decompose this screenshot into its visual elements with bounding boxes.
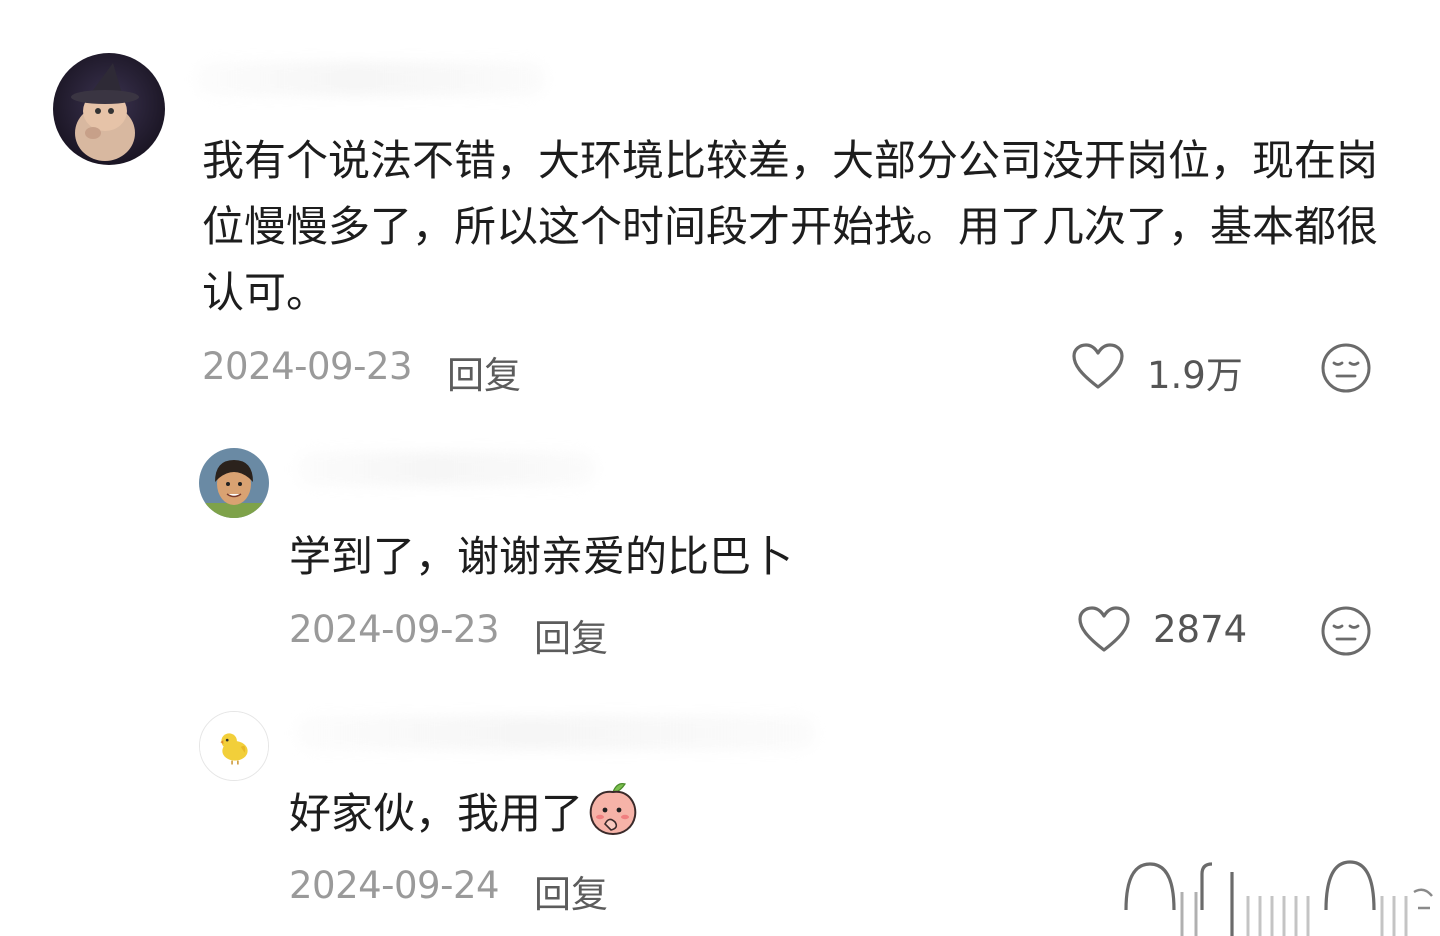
avatar[interactable] xyxy=(53,53,165,165)
comment-date: 2024-09-23 xyxy=(289,608,500,651)
username-blurred[interactable] xyxy=(296,716,816,750)
comment-date: 2024-09-24 xyxy=(289,864,500,907)
comment-text: 我有个说法不错，大环境比较差，大部分公司没开岗位，现在岗位慢慢多了，所以这个时间… xyxy=(202,136,1379,317)
glitched-action-icons xyxy=(1112,860,1440,936)
username-blurred[interactable] xyxy=(296,452,596,486)
heart-outline-icon[interactable] xyxy=(1077,606,1131,654)
like-count: 1.9万 xyxy=(1147,354,1243,397)
comment-text: 学到了，谢谢亲爱的比巴卜 xyxy=(289,532,794,581)
reply-button[interactable]: 回复 xyxy=(534,864,608,918)
comment-date: 2024-09-23 xyxy=(202,345,413,388)
chick-avatar-image xyxy=(200,712,268,780)
neutral-face-icon[interactable] xyxy=(1320,342,1372,394)
heart-outline-icon[interactable] xyxy=(1071,343,1125,391)
peach-emoji-icon xyxy=(589,783,637,836)
cat-wizard-avatar-image xyxy=(53,53,165,165)
reply-button[interactable]: 回复 xyxy=(447,345,521,399)
like-count: 2874 xyxy=(1153,608,1248,651)
avatar[interactable] xyxy=(199,711,269,781)
reply-button[interactable]: 回复 xyxy=(534,608,608,662)
person-avatar-image xyxy=(199,448,269,518)
username-blurred[interactable] xyxy=(196,62,546,96)
comment-text: 好家伙，我用了 xyxy=(289,789,584,838)
comment-text-line: 好家伙，我用了 xyxy=(289,780,1289,847)
partially-rendered-actions xyxy=(1112,852,1440,936)
avatar[interactable] xyxy=(199,448,269,518)
neutral-face-icon[interactable] xyxy=(1320,605,1372,657)
